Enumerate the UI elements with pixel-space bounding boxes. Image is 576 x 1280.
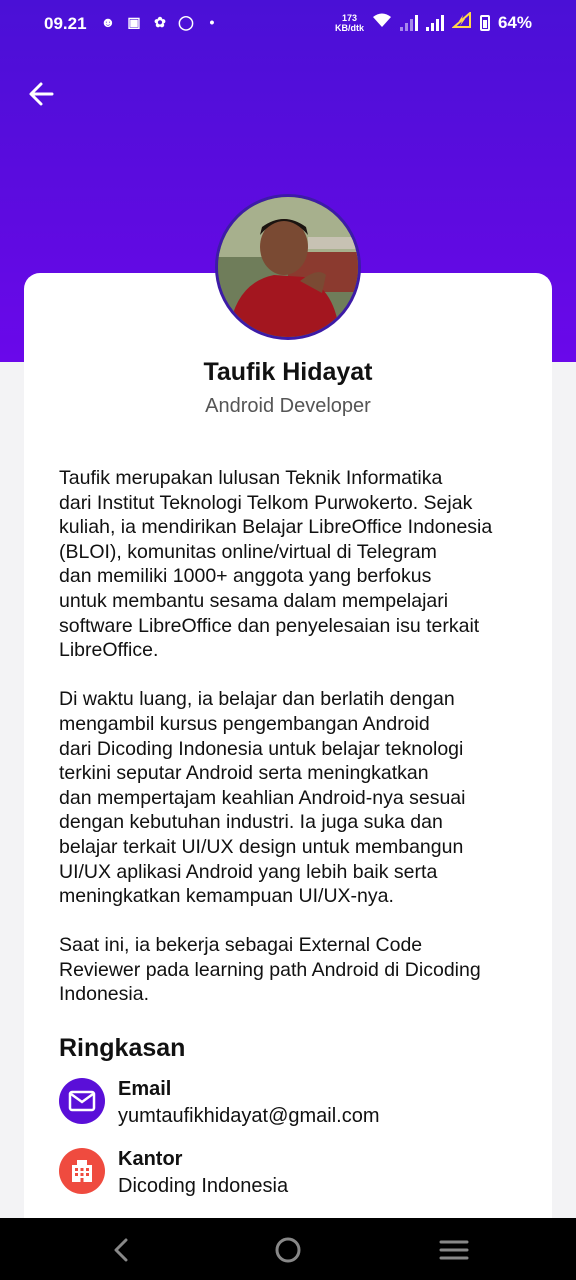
signal-icon-1 <box>399 14 418 31</box>
office-row[interactable]: Kantor Dicoding Indonesia <box>59 1148 539 1198</box>
office-label: Kantor <box>118 1148 183 1170</box>
signal-icon-2 <box>425 14 444 31</box>
nav-home-button[interactable] <box>268 1232 308 1268</box>
battery-icon <box>479 14 490 31</box>
home-circle-icon <box>275 1237 301 1263</box>
profile-role: Android Developer <box>205 395 371 417</box>
profile-avatar <box>215 194 361 340</box>
charging-icon <box>451 10 472 33</box>
network-speed: 173 KB/dtk <box>334 12 364 33</box>
nav-back-button[interactable] <box>102 1232 142 1268</box>
mail-icon <box>59 1078 105 1124</box>
summary-title: Ringkasan <box>59 1034 186 1062</box>
building-icon <box>59 1148 105 1194</box>
status-time: 09.21 <box>44 14 87 33</box>
status-bar: 09.21 ☻ ▣ ✿ ◯ • 173 KB/dtk 64% <box>0 0 576 48</box>
chevron-left-icon <box>114 1238 128 1262</box>
system-nav-bar <box>0 1218 576 1280</box>
profile-name: Taufik Hidayat <box>203 358 373 386</box>
more-dot-icon: • <box>209 14 215 30</box>
status-right: 173 KB/dtk 64% <box>334 10 532 33</box>
battery-percent: 64% <box>497 12 532 32</box>
profile-bio: Taufik merupakan lulusan Teknik Informat… <box>59 467 493 1006</box>
notification-icons: ☻ ▣ ✿ ◯ • <box>100 14 220 30</box>
incognito-icon: ☻ <box>100 14 116 30</box>
arrow-left-icon <box>29 82 54 106</box>
nav-recents-button[interactable] <box>434 1232 474 1268</box>
email-value[interactable]: yumtaufikhidayat@gmail.com <box>118 1105 380 1128</box>
back-button[interactable] <box>24 76 60 112</box>
wifi-icon <box>372 12 392 33</box>
email-row[interactable]: Email yumtaufikhidayat@gmail.com <box>59 1078 539 1128</box>
bot-icon: ▣ <box>127 14 141 30</box>
instagram-icon: ◯ <box>178 14 194 30</box>
email-label: Email <box>118 1078 172 1100</box>
menu-lines-icon <box>439 1240 469 1260</box>
office-value: Dicoding Indonesia <box>118 1175 289 1197</box>
bug-icon: ✿ <box>154 14 166 30</box>
